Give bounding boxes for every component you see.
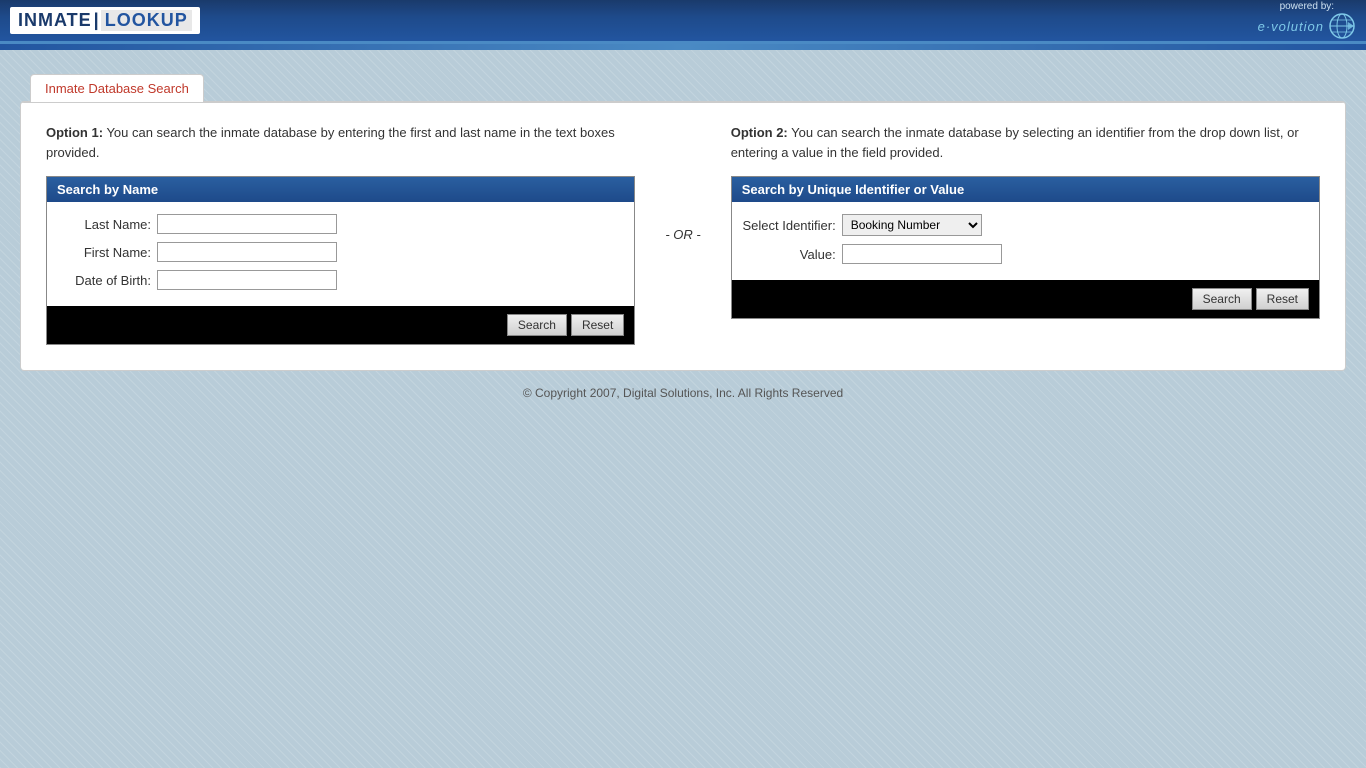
logo-area: INMATE | LOOKUP [10, 7, 200, 34]
logo-lookup: LOOKUP [101, 10, 192, 31]
or-divider: - OR - [635, 227, 730, 242]
search-button-1[interactable]: Search [507, 314, 567, 336]
evolution-logo: e·volution [1258, 12, 1356, 40]
search-by-identifier-box: Search by Unique Identifier or Value Sel… [731, 176, 1320, 319]
option1-label: Option 1: [46, 125, 103, 140]
tab-bar: Inmate Database Search [20, 65, 1346, 101]
search-by-identifier-footer: Search Reset [732, 280, 1319, 318]
option2-desc-text: You can search the inmate database by se… [731, 125, 1299, 160]
search-by-name-box: Search by Name Last Name: First Name: [46, 176, 635, 345]
search-by-name-body: Last Name: First Name: Date of Birth: [47, 202, 634, 306]
header: INMATE | LOOKUP powered by: e·volution [0, 0, 1366, 44]
option1-desc-text: You can search the inmate database by en… [46, 125, 615, 160]
copyright-text: © Copyright 2007, Digital Solutions, Inc… [523, 386, 843, 400]
dob-row: Date of Birth: [57, 270, 624, 290]
logo-inmate: INMATE [18, 10, 92, 31]
main-card: Option 1: You can search the inmate data… [20, 101, 1346, 371]
option2-section: Option 2: You can search the inmate data… [731, 123, 1320, 319]
select-identifier-label: Select Identifier: [742, 218, 842, 233]
last-name-row: Last Name: [57, 214, 624, 234]
search-by-identifier-header: Search by Unique Identifier or Value [732, 177, 1319, 202]
last-name-label: Last Name: [57, 217, 157, 232]
dob-input[interactable] [157, 270, 337, 290]
search-by-name-footer: Search Reset [47, 306, 634, 344]
option2-label: Option 2: [731, 125, 788, 140]
dob-label: Date of Birth: [57, 273, 157, 288]
option1-description: Option 1: You can search the inmate data… [46, 123, 635, 162]
first-name-input[interactable] [157, 242, 337, 262]
value-label: Value: [742, 247, 842, 262]
footer: © Copyright 2007, Digital Solutions, Inc… [20, 386, 1346, 400]
tab-inmate-database-search[interactable]: Inmate Database Search [30, 74, 204, 102]
search-button-2[interactable]: Search [1192, 288, 1252, 310]
search-by-name-header: Search by Name [47, 177, 634, 202]
search-by-identifier-body: Select Identifier: Booking Number SSN ID… [732, 202, 1319, 280]
options-layout: Option 1: You can search the inmate data… [46, 123, 1320, 345]
option1-section: Option 1: You can search the inmate data… [46, 123, 635, 345]
value-input[interactable] [842, 244, 1002, 264]
powered-by-text: powered by: [1280, 1, 1334, 12]
content-wrapper: Inmate Database Search Option 1: You can… [0, 50, 1366, 415]
value-row: Value: [742, 244, 1309, 264]
first-name-row: First Name: [57, 242, 624, 262]
globe-icon [1328, 12, 1356, 40]
first-name-label: First Name: [57, 245, 157, 260]
last-name-input[interactable] [157, 214, 337, 234]
identifier-select[interactable]: Booking Number SSN ID Number [842, 214, 982, 236]
reset-button-2[interactable]: Reset [1256, 288, 1309, 310]
powered-by-area: powered by: e·volution [1258, 1, 1356, 40]
select-identifier-row: Select Identifier: Booking Number SSN ID… [742, 214, 1309, 236]
logo-box: INMATE | LOOKUP [10, 7, 200, 34]
card-body: Option 1: You can search the inmate data… [21, 102, 1345, 370]
evolution-text: e·volution [1258, 19, 1324, 34]
reset-button-1[interactable]: Reset [571, 314, 624, 336]
option2-description: Option 2: You can search the inmate data… [731, 123, 1320, 162]
